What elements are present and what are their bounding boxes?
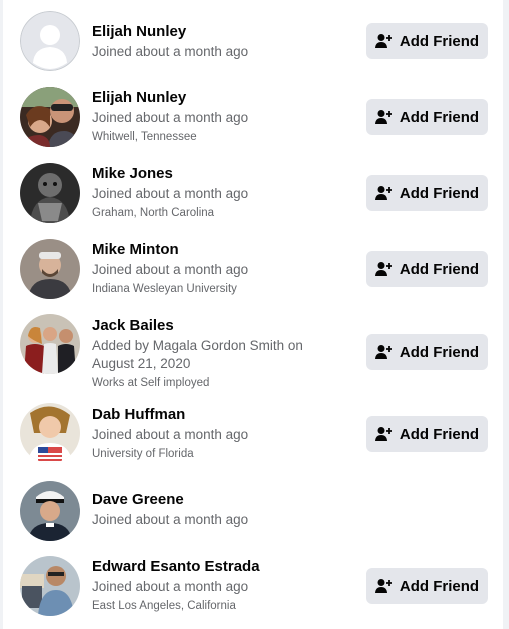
profile-photo xyxy=(20,314,80,374)
profile-photo xyxy=(20,163,80,223)
profile-photo xyxy=(20,239,80,299)
add-friend-label: Add Friend xyxy=(399,425,480,443)
add-friend-label: Add Friend xyxy=(399,184,480,202)
add-friend-label: Add Friend xyxy=(399,343,480,361)
person-plus-icon xyxy=(374,110,392,124)
person-plus-icon xyxy=(374,34,392,48)
person-name[interactable]: Mike Jones xyxy=(92,164,342,184)
joined-text: Joined about a month ago xyxy=(92,427,249,442)
avatar[interactable] xyxy=(20,11,80,71)
add-friend-button[interactable]: Add Friend xyxy=(366,175,488,211)
profile-photo xyxy=(20,556,80,616)
profile-photo xyxy=(20,87,80,147)
add-friend-label: Add Friend xyxy=(399,32,480,50)
person-name[interactable]: Elijah Nunley xyxy=(92,88,342,108)
add-friend-label: Add Friend xyxy=(399,108,480,126)
person-detail: Graham, North Carolina xyxy=(92,207,215,219)
person-plus-icon xyxy=(374,345,392,359)
joined-text: Joined about a month ago xyxy=(92,44,249,59)
joined-text: Joined about a month ago xyxy=(92,512,249,527)
joined-text: Added by Magala Gordon Smith on August 2… xyxy=(92,338,303,371)
avatar[interactable] xyxy=(20,556,80,616)
avatar[interactable] xyxy=(20,314,80,374)
avatar[interactable] xyxy=(20,403,80,463)
add-friend-button[interactable]: Add Friend xyxy=(366,23,488,59)
avatar[interactable] xyxy=(20,239,80,299)
person-detail: Whitwell, Tennessee xyxy=(92,131,197,143)
person-name[interactable]: Dave Greene xyxy=(92,490,342,510)
joined-text: Joined about a month ago xyxy=(92,579,249,594)
joined-text: Joined about a month ago xyxy=(92,186,249,201)
member-list: Elijah Nunley Joined about a month ago A… xyxy=(3,0,503,629)
joined-text: Joined about a month ago xyxy=(92,262,249,277)
avatar[interactable] xyxy=(20,87,80,147)
profile-photo xyxy=(20,481,80,541)
add-friend-button[interactable]: Add Friend xyxy=(366,99,488,135)
person-silhouette-icon xyxy=(20,11,80,71)
person-name[interactable]: Dab Huffman xyxy=(92,405,342,425)
person-detail: University of Florida xyxy=(92,448,194,460)
person-plus-icon xyxy=(374,186,392,200)
add-friend-button[interactable]: Add Friend xyxy=(366,416,488,452)
add-friend-button[interactable]: Add Friend xyxy=(366,334,488,370)
person-name[interactable]: Elijah Nunley xyxy=(92,22,342,42)
avatar[interactable] xyxy=(20,163,80,223)
person-name[interactable]: Mike Minton xyxy=(92,240,342,260)
add-friend-label: Add Friend xyxy=(399,577,480,595)
person-detail: East Los Angeles, California xyxy=(92,600,236,612)
person-name[interactable]: Edward Esanto Estrada xyxy=(92,557,342,577)
add-friend-button[interactable]: Add Friend xyxy=(366,251,488,287)
profile-photo xyxy=(20,403,80,463)
person-detail: Indiana Wesleyan University xyxy=(92,283,237,295)
person-plus-icon xyxy=(374,262,392,276)
avatar[interactable] xyxy=(20,481,80,541)
person-plus-icon xyxy=(374,579,392,593)
person-detail: Works at Self imployed xyxy=(92,377,210,389)
person-name[interactable]: Jack Bailes xyxy=(92,316,342,336)
add-friend-button[interactable]: Add Friend xyxy=(366,568,488,604)
person-plus-icon xyxy=(374,427,392,441)
add-friend-label: Add Friend xyxy=(399,260,480,278)
joined-text: Joined about a month ago xyxy=(92,110,249,125)
